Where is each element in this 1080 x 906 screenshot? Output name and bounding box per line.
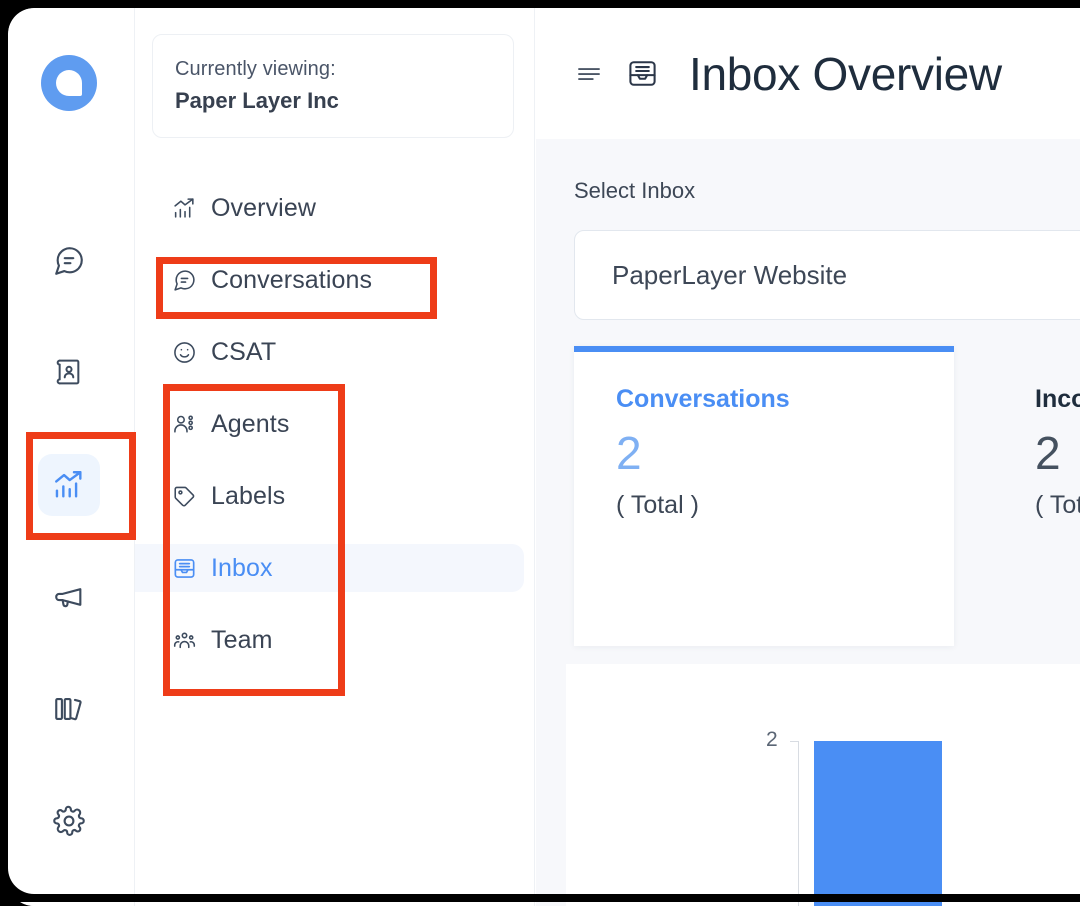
chatwoot-logo[interactable] — [41, 55, 97, 111]
people-icon — [171, 412, 197, 437]
app-window: Currently viewing: Paper Layer Inc Overv… — [8, 8, 1080, 906]
chat-bubble-icon — [52, 244, 86, 278]
currently-viewing-label: Currently viewing: — [175, 58, 336, 80]
chart-bar[interactable] — [814, 741, 942, 906]
inbox-icon — [626, 57, 659, 90]
contacts-rail-icon[interactable] — [38, 341, 100, 403]
metric-title: Incoming Messages — [1035, 385, 1080, 413]
account-context-card[interactable]: Currently viewing: Paper Layer Inc — [152, 34, 514, 138]
campaigns-rail-icon[interactable] — [38, 566, 100, 628]
page-header: Inbox Overview — [536, 8, 1080, 139]
sidebar-item-overview[interactable]: Overview — [135, 184, 524, 232]
team-icon — [171, 628, 197, 653]
logo-inner-shape — [56, 70, 82, 96]
sidebar-item-team[interactable]: Team — [135, 616, 524, 664]
inbox-select-value: PaperLayer Website — [612, 259, 848, 290]
sidebar-item-label: Agents — [211, 409, 290, 438]
sidebar-item-label: Inbox — [211, 553, 273, 582]
primary-icon-rail — [8, 8, 135, 906]
metric-subtitle: ( Total ) — [1035, 491, 1080, 519]
sidebar-item-label: Team — [211, 625, 273, 654]
inbox-select-dropdown[interactable]: PaperLayer Website — [574, 230, 1080, 320]
metric-value: 2 — [1035, 427, 1061, 479]
metric-cards-row: Conversations 2 ( Total ) Incoming Messa… — [574, 346, 1080, 646]
smiley-icon — [171, 340, 197, 365]
sidebar-item-label: Conversations — [211, 265, 373, 294]
y-axis-tick-label: 2 — [766, 728, 778, 751]
metric-title: Conversations — [616, 385, 790, 413]
sidebar-item-conversations[interactable]: Conversations — [135, 256, 524, 304]
sidebar-item-label: CSAT — [211, 337, 277, 366]
gear-icon — [52, 804, 86, 838]
metric-subtitle: ( Total ) — [616, 491, 699, 519]
sidebar-item-label: Overview — [211, 193, 316, 222]
inbox-icon — [171, 556, 197, 581]
select-inbox-label: Select Inbox — [574, 178, 696, 203]
hamburger-menu-icon[interactable] — [574, 59, 604, 89]
megaphone-icon — [52, 580, 86, 614]
reports-rail-icon[interactable] — [38, 454, 100, 516]
sidebar-item-csat[interactable]: CSAT — [135, 328, 524, 376]
sidebar-item-agents[interactable]: Agents — [135, 400, 524, 448]
chat-bubble-icon — [171, 268, 197, 293]
account-name: Paper Layer Inc — [175, 88, 339, 113]
reports-nav-list: Overview Conversations CSAT Agents Label… — [135, 184, 534, 688]
contact-book-icon — [53, 356, 85, 388]
conversations-bar-chart: 2 — [566, 664, 1080, 906]
secondary-sidebar: Currently viewing: Paper Layer Inc Overv… — [135, 8, 535, 906]
tag-icon — [171, 484, 197, 509]
metric-card-incoming-messages[interactable]: Incoming Messages 2 ( Total ) — [993, 346, 1080, 646]
y-axis-line — [798, 741, 799, 906]
knowledge-base-rail-icon[interactable] — [38, 678, 100, 740]
conversations-rail-icon[interactable] — [38, 230, 100, 292]
settings-rail-icon[interactable] — [38, 790, 100, 852]
main-content-panel: Inbox Overview Select Inbox PaperLayer W… — [536, 8, 1080, 906]
sidebar-item-labels[interactable]: Labels — [135, 472, 524, 520]
books-icon — [52, 692, 86, 726]
metric-card-conversations[interactable]: Conversations 2 ( Total ) — [574, 346, 954, 646]
report-chart-icon — [171, 196, 197, 221]
page-title: Inbox Overview — [689, 47, 1002, 100]
metric-value: 2 — [616, 427, 642, 479]
sidebar-item-inbox[interactable]: Inbox — [135, 544, 524, 592]
chart-plot-area: 2 — [766, 724, 1080, 906]
sidebar-item-label: Labels — [211, 481, 286, 510]
bar-chart-trend-icon — [52, 468, 86, 502]
